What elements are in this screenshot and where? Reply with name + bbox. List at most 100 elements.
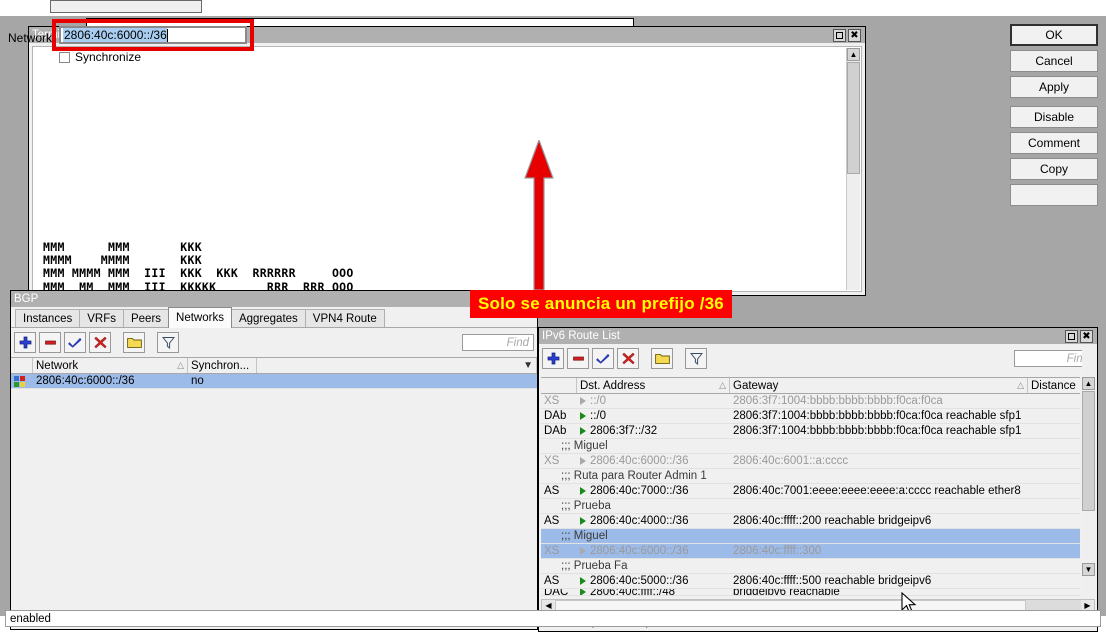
bgp-toolbar[interactable]: Find xyxy=(11,328,537,357)
scroll-down-icon[interactable]: ▼ xyxy=(1082,563,1095,576)
col-spacer[interactable]: ▼ xyxy=(257,358,537,373)
sort-asc-icon-2: △ xyxy=(1017,380,1024,391)
table-row[interactable]: DAb::/02806:3f7:1004:bbbb:bbbb:bbbb:f0ca… xyxy=(541,409,1080,424)
synchronize-checkbox[interactable] xyxy=(59,52,70,63)
disable-button[interactable] xyxy=(617,348,639,369)
scrollbar-thumb[interactable] xyxy=(1082,391,1095,511)
dialog-status: enabled xyxy=(5,610,1101,627)
tab-instances[interactable]: Instances xyxy=(15,309,80,327)
tab-vpn4-routes[interactable]: VPN4 Route xyxy=(305,309,385,327)
cancel-button[interactable]: Cancel xyxy=(1010,50,1098,72)
scroll-up-icon[interactable]: ▲ xyxy=(847,48,860,61)
cell-gateway: 2806:40c:6001::a:cccc xyxy=(730,454,1028,468)
ipv6-titlebar[interactable]: IPv6 Route List ✖ xyxy=(539,328,1097,344)
filter-button[interactable] xyxy=(157,332,179,353)
comment-row[interactable]: ;;; Prueba Fa xyxy=(541,559,1080,574)
comment-row[interactable]: ;;; Prueba xyxy=(541,499,1080,514)
cell-gateway: 2806:40c:ffff::500 reachable bridgeipv6 xyxy=(730,574,1028,588)
tab-peers[interactable]: Peers xyxy=(123,309,169,327)
col-distance[interactable]: Distance xyxy=(1028,378,1080,393)
copy-button[interactable]: Copy xyxy=(1010,158,1098,180)
remove-button[interactable] xyxy=(39,332,61,353)
synchronize-checkbox-row[interactable]: Synchronize xyxy=(59,50,141,64)
route-arrow-icon xyxy=(580,412,586,420)
bgp-networks-table[interactable]: Network△ Synchron... ▼ 2806:40c:6000::/3… xyxy=(11,357,537,389)
enable-button[interactable] xyxy=(64,332,86,353)
cell-dst-address: 2806:40c:4000::/36 xyxy=(577,514,730,528)
comment-button[interactable]: Comment xyxy=(1010,132,1098,154)
background-window-top[interactable] xyxy=(50,0,202,13)
route-arrow-icon xyxy=(580,589,586,595)
terminal-body[interactable]: MMM MMM KKK MMMM MMMM KKK MMM MMMM MMM I… xyxy=(32,46,862,292)
network-input-value: 2806:40c:6000::/36 xyxy=(63,28,167,42)
cell-distance xyxy=(1028,394,1080,408)
cell-gateway: 2806:40c:ffff::200 reachable bridgeipv6 xyxy=(730,514,1028,528)
enable-button[interactable] xyxy=(592,348,614,369)
filter-button[interactable] xyxy=(685,348,707,369)
col-network[interactable]: Network△ xyxy=(33,358,188,373)
table-row[interactable]: XS2806:40c:6000::/362806:40c:6001::a:ccc… xyxy=(541,454,1080,469)
close-icon[interactable]: ✖ xyxy=(848,29,861,42)
table-row[interactable]: DAC2806:40c:ffff::/48bridgeipv6 reachabl… xyxy=(541,589,1080,596)
table-row[interactable]: AS2806:40c:7000::/362806:40c:7001:eeee:e… xyxy=(541,484,1080,499)
terminal-scrollbar[interactable]: ▲ xyxy=(846,48,860,290)
comment-text: ;;; Miguel xyxy=(541,439,1080,453)
add-button[interactable] xyxy=(542,348,564,369)
col-flags[interactable] xyxy=(11,358,33,373)
terminal-window[interactable]: Terminal <1> ✖ MMM MMM KKK MMMM MMMM KKK… xyxy=(28,26,866,296)
cell-distance xyxy=(1028,424,1080,438)
ipv6-toolbar[interactable]: Find xyxy=(539,344,1097,373)
bgp-tabbar[interactable]: Instances VRFs Peers Networks Aggregates… xyxy=(11,307,537,328)
table-row[interactable]: XS::/02806:3f7:1004:bbbb:bbbb:bbbb:f0ca:… xyxy=(541,394,1080,409)
column-menu-icon[interactable]: ▼ xyxy=(523,360,533,371)
table-row[interactable]: 2806:40c:6000::/36 no xyxy=(11,374,537,389)
maximize-icon[interactable] xyxy=(833,29,846,42)
tab-networks[interactable]: Networks xyxy=(168,307,232,328)
ipv6-route-rows[interactable]: XS::/02806:3f7:1004:bbbb:bbbb:bbbb:f0ca:… xyxy=(541,394,1080,596)
bgp-table-header: Network△ Synchron... ▼ xyxy=(11,357,537,374)
bgp-window[interactable]: BGP Instances VRFs Peers Networks Aggreg… xyxy=(10,290,538,630)
disable-button[interactable]: Disable xyxy=(1010,106,1098,128)
apply-button[interactable]: Apply xyxy=(1010,76,1098,98)
comment-button[interactable] xyxy=(651,348,673,369)
remove-button-partial[interactable] xyxy=(1010,184,1098,206)
table-row[interactable]: AS2806:40c:5000::/362806:40c:ffff::500 r… xyxy=(541,574,1080,589)
col-flags[interactable] xyxy=(541,378,577,393)
table-row[interactable]: DAb2806:3f7::/322806:3f7:1004:bbbb:bbbb:… xyxy=(541,424,1080,439)
comment-row[interactable]: ;;; Miguel xyxy=(541,439,1080,454)
tab-vrfs[interactable]: VRFs xyxy=(79,309,124,327)
ipv6-vertical-scrollbar[interactable]: ▲ ▼ xyxy=(1082,344,1095,615)
cell-gateway: 2806:3f7:1004:bbbb:bbbb:bbbb:f0ca:f0ca xyxy=(730,394,1028,408)
disable-button[interactable] xyxy=(89,332,111,353)
annotation-arrow xyxy=(519,140,559,290)
table-row[interactable]: AS2806:40c:4000::/362806:40c:ffff::200 r… xyxy=(541,514,1080,529)
close-icon[interactable]: ✖ xyxy=(1080,330,1093,343)
scrollbar-thumb[interactable] xyxy=(847,62,860,174)
search-input[interactable]: Find xyxy=(462,334,534,351)
route-arrow-icon xyxy=(580,397,586,405)
ipv6-table-header: Dst. Address△ Gateway△ Distance xyxy=(541,377,1080,394)
ok-button[interactable]: OK xyxy=(1010,24,1098,46)
remove-button[interactable] xyxy=(567,348,589,369)
comment-button[interactable] xyxy=(123,332,145,353)
col-gateway[interactable]: Gateway△ xyxy=(730,378,1028,393)
sort-asc-icon: △ xyxy=(177,360,184,371)
comment-row[interactable]: ;;; Ruta para Router Admin 1 xyxy=(541,469,1080,484)
add-button[interactable] xyxy=(14,332,36,353)
comment-row[interactable]: ;;; Miguel xyxy=(541,529,1080,544)
bgp-titlebar[interactable]: BGP xyxy=(11,291,537,307)
cell-dst-address: 2806:40c:5000::/36 xyxy=(577,574,730,588)
col-dst-address[interactable]: Dst. Address△ xyxy=(577,378,730,393)
ipv6-route-table[interactable]: Dst. Address△ Gateway△ Distance XS::/028… xyxy=(541,377,1080,597)
network-input[interactable]: 2806:40c:6000::/36 xyxy=(59,26,247,44)
table-row[interactable]: XS2806:40c:6000::/362806:40c:ffff::300 xyxy=(541,544,1080,559)
dialog-button-column[interactable]: OK Cancel Apply Disable Comment Copy xyxy=(1010,24,1098,206)
scroll-up-icon[interactable]: ▲ xyxy=(1082,377,1095,390)
bgp-title: BGP xyxy=(14,291,534,307)
col-synchronize[interactable]: Synchron... xyxy=(188,358,257,373)
tab-aggregates[interactable]: Aggregates xyxy=(231,309,306,327)
cell-network: 2806:40c:6000::/36 xyxy=(33,374,188,388)
ipv6-route-list-window[interactable]: IPv6 Route List ✖ xyxy=(538,327,1098,632)
cell-distance xyxy=(1028,574,1080,588)
maximize-icon[interactable] xyxy=(1065,330,1078,343)
